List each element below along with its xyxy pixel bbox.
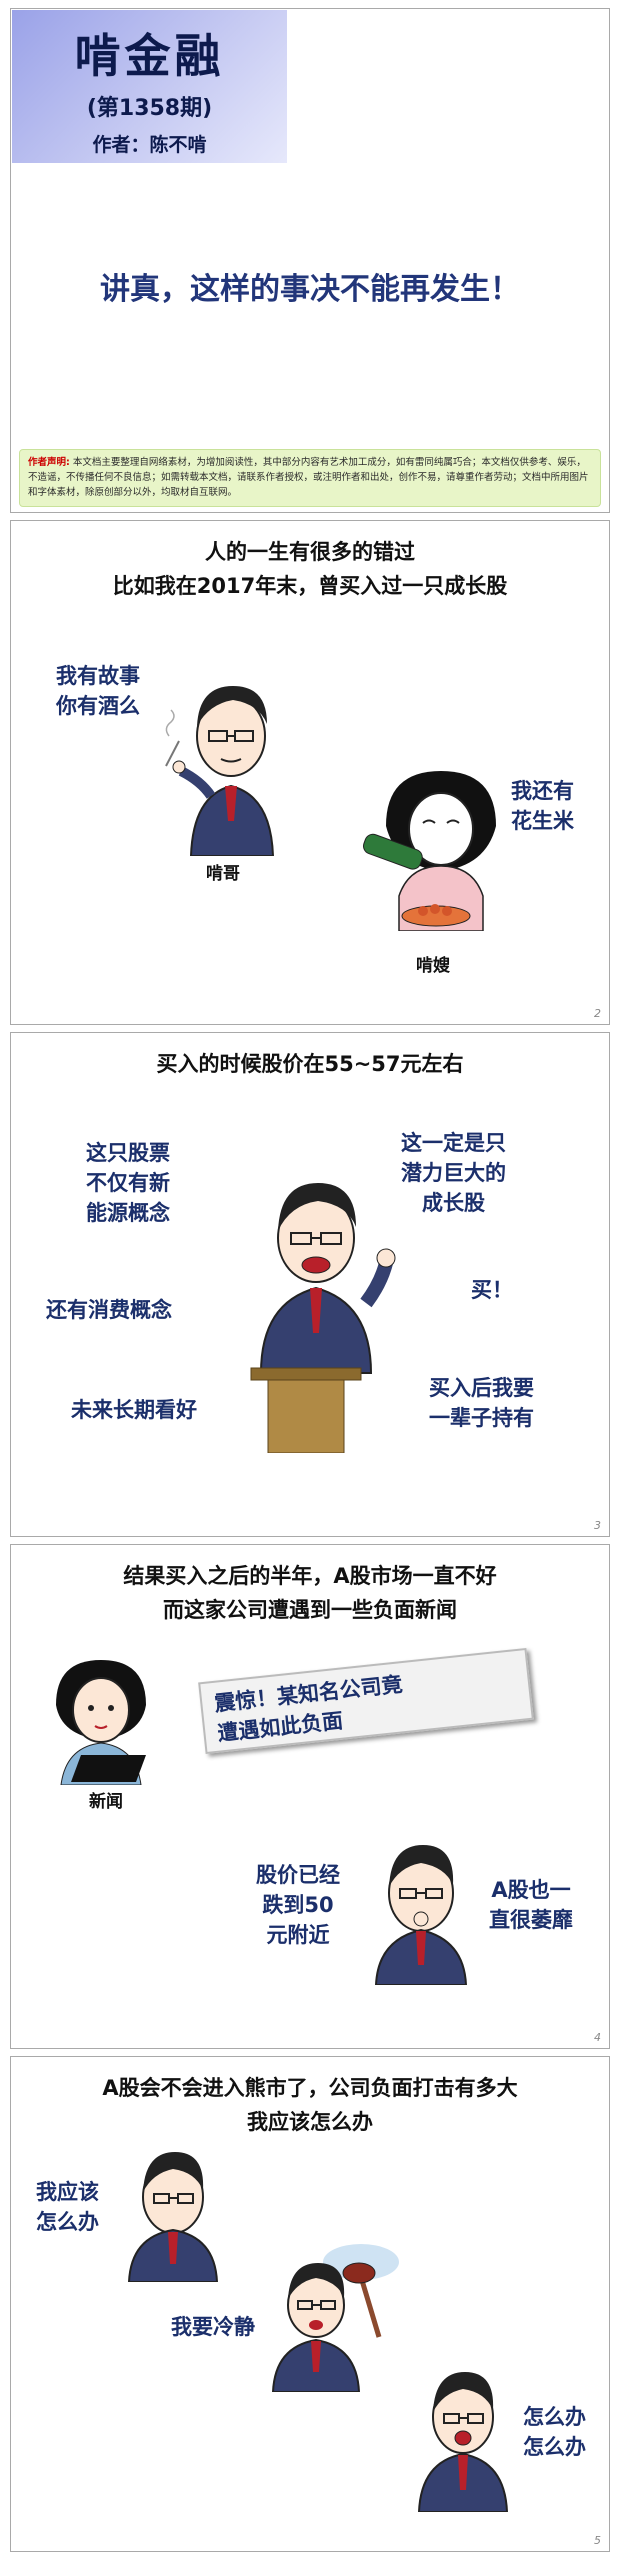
page-number: 5 [594,2534,601,2547]
woman-character-icon [363,771,496,931]
news-anchor-icon [56,1660,146,1785]
speech-line: 跌到50 [262,1893,334,1917]
speech-line: 花生米 [511,809,574,833]
speech-line: 怎么办 [523,2405,586,2429]
panel-title-line2: 比如我在2017年末，曾买入过一只成长股 [112,574,508,598]
speech-line: 成长股 [422,1191,485,1215]
speaker-at-podium-icon [250,1183,396,1453]
disclaimer-text: 本文档主要整理自网络素材，为增加阅读性，其中部分内容有艺术加工成分，如有雷同纯属… [28,457,589,498]
character-name: 新闻 [89,1792,123,1812]
brand-title: 啃金融 [74,29,225,83]
speech-line: 不仅有新 [86,1171,170,1195]
speech-line: 元附近 [266,1923,330,1947]
speech-line: 我有故事 [56,664,140,688]
panel-title-line1: 人的一生有很多的错过 [205,540,415,564]
speech-line: 你有酒么 [56,694,140,718]
anxious-man-icon [127,2152,219,2282]
speech-text: 还有消费概念 [46,1298,172,1322]
page-number: 3 [594,1519,601,1532]
panel-title-line2: 我应该怎么办 [247,2110,373,2134]
speech-text: 这一定是只 潜力巨大的 成长股 [401,1128,506,1218]
speech-text: 我要冷静 [171,2315,255,2339]
disclaimer-label: 作者声明: [28,457,70,468]
panel-title-line2: 而这家公司遭遇到一些负面新闻 [163,1598,457,1622]
speech-line: 怎么办 [523,2435,586,2459]
panel-title-line1: 结果买入之后的半年，A股市场一直不好 [123,1564,497,1588]
speech-line: 能源概念 [86,1201,170,1225]
speech-text: 我还有 花生米 [511,776,574,836]
author-line: 作者：陈不啃 [92,134,207,156]
speech-line: 买入后我要 [429,1376,534,1400]
speech-line: 我应该 [36,2180,99,2204]
title-box: 啃金融 (第1358期) 作者：陈不啃 [12,10,287,163]
speech-text: 未来长期看好 [71,1398,197,1422]
panel-title: 买入的时候股价在55~57元左右 [156,1052,464,1076]
character-name: 啃嫂 [416,956,450,976]
speech-text: 这只股票 不仅有新 能源概念 [86,1138,170,1228]
page-number: 2 [594,1007,601,1020]
worried-man-icon [374,1845,468,1985]
speech-text: A股也一 直很萎靡 [489,1875,573,1935]
speech-line: 股价已经 [256,1863,340,1887]
speech-text: 我有故事 你有酒么 [56,661,140,721]
cover-panel: 啃金融 (第1358期) 作者：陈不啃 讲真，这样的事决不能再发生！ 作者声明:… [10,8,610,513]
speech-line: A股也一 [491,1878,571,1902]
speech-line: 一辈子持有 [429,1406,534,1430]
speech-text: 怎么办 怎么办 [523,2402,586,2462]
disclaimer: 作者声明: 本文档主要整理自网络素材，为增加阅读性，其中部分内容有艺术加工成分，… [19,449,601,507]
panel-title-line1: A股会不会进入熊市了，公司负面打击有多大 [102,2076,518,2100]
story-panel-2: 人的一生有很多的错过 比如我在2017年末，曾买入过一只成长股 我有故事 你有酒… [10,520,610,1025]
story-panel-3: 买入的时候股价在55~57元左右 这只股票 不仅有新 能源概念 还有消费概念 未… [10,1032,610,1537]
speech-text: 买！ [471,1278,513,1302]
speech-line: 这一定是只 [401,1131,506,1155]
speech-text: 股价已经 跌到50 元附近 [256,1860,340,1950]
character-name: 啃哥 [206,864,240,884]
issue-number: (第1358期) [86,96,213,121]
shouting-man-icon [417,2372,509,2512]
man-character-icon [165,686,275,856]
man-with-hammer-icon [271,2244,399,2392]
news-headline-card: 震惊！某知名公司竟 遭遇如此负面 [198,1647,534,1755]
story-panel-5: A股会不会进入熊市了，公司负面打击有多大 我应该怎么办 我应该 怎么办 我要冷静 [10,2056,610,2552]
speech-text: 我应该 怎么办 [36,2177,99,2237]
speech-line: 直很萎靡 [489,1908,573,1932]
speech-line: 潜力巨大的 [401,1161,506,1185]
speech-line: 怎么办 [36,2210,99,2234]
page-number: 4 [594,2031,601,2044]
story-panel-4: 结果买入之后的半年，A股市场一直不好 而这家公司遭遇到一些负面新闻 新闻 震惊！… [10,1544,610,2049]
headline: 讲真，这样的事决不能再发生！ [100,272,520,307]
speech-line: 这只股票 [86,1141,170,1165]
speech-line: 我还有 [511,779,574,803]
speech-text: 买入后我要 一辈子持有 [429,1373,534,1433]
